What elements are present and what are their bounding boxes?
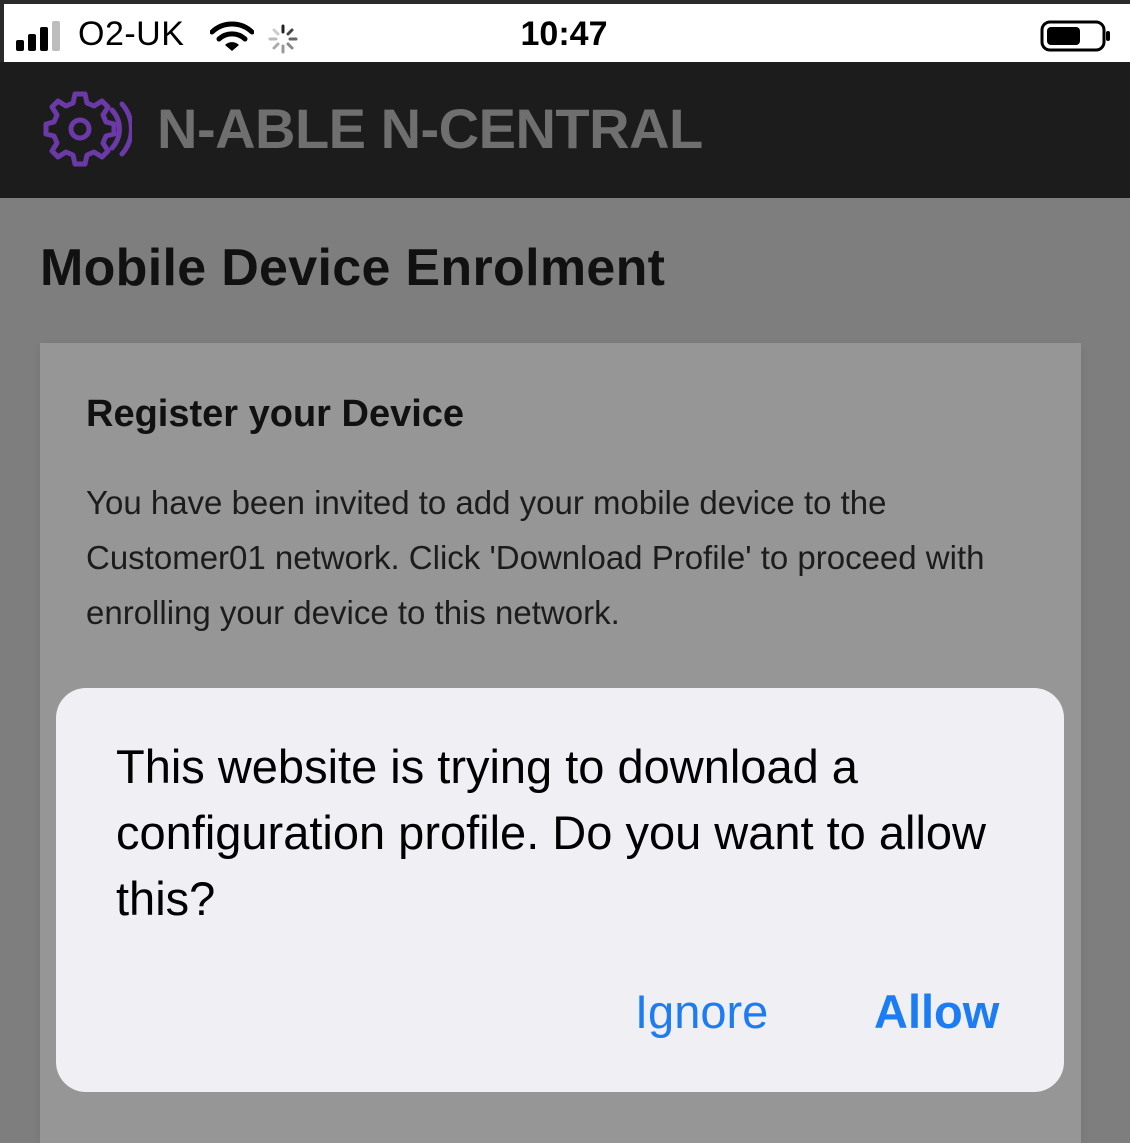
- status-time: 10:47: [520, 15, 608, 53]
- ignore-button[interactable]: Ignore: [635, 984, 768, 1039]
- card-body-text: You have been invited to add your mobile…: [86, 484, 985, 631]
- allow-button[interactable]: Allow: [874, 984, 999, 1039]
- dialog-message: This website is trying to download a con…: [116, 740, 986, 925]
- page-title: Mobile Device Enrolment: [40, 239, 666, 297]
- download-profile-dialog: This website is trying to download a con…: [56, 688, 1064, 1092]
- battery-icon: [1040, 20, 1110, 52]
- card-title: Register your Device: [86, 393, 465, 435]
- gear-icon: [43, 91, 132, 167]
- status-bar: O2-UK 10:47: [0, 0, 1130, 62]
- app-header: N-ABLE N-CENTRAL: [0, 62, 1130, 198]
- brand-name: N-ABLE N-CENTRAL: [157, 97, 703, 160]
